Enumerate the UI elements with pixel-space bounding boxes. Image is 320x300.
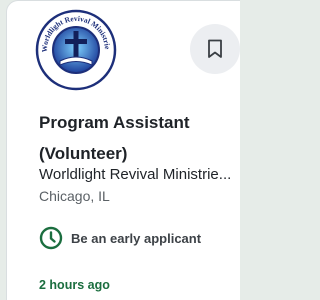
job-location: Chicago, IL <box>39 188 110 204</box>
job-card[interactable]: Worldlight Revival Ministries Program As… <box>6 0 240 300</box>
company-name: Worldlight Revival Ministrie... <box>39 166 232 183</box>
early-applicant-badge: Be an early applicant <box>39 226 201 250</box>
job-title[interactable]: Program Assistant (Volunteer) <box>39 107 235 169</box>
company-logo: Worldlight Revival Ministries <box>34 2 117 91</box>
save-job-button[interactable] <box>190 24 240 74</box>
early-applicant-label: Be an early applicant <box>71 230 202 246</box>
posted-time: 2 hours ago <box>39 278 110 292</box>
bookmark-icon <box>208 39 222 58</box>
clock-icon <box>39 226 63 250</box>
